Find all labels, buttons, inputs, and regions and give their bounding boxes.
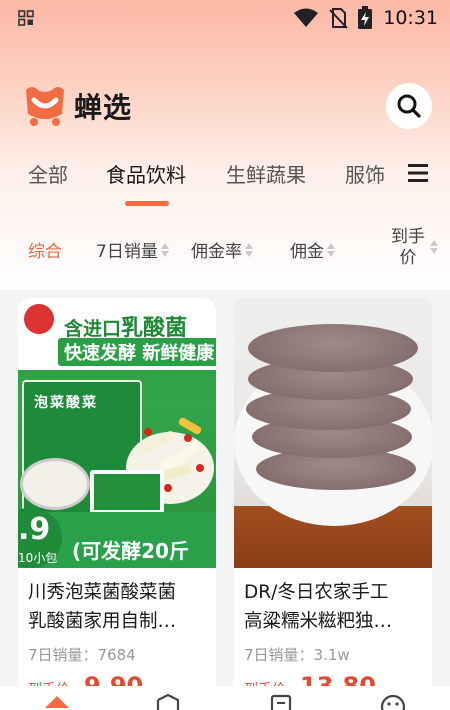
no-sim-icon — [329, 8, 348, 29]
image-banner-subtext: 快速发酵 新鲜健康 — [58, 338, 216, 366]
bowl-illustration — [20, 458, 90, 510]
category-tabs: 全部 食品饮料 生鲜蔬果 服饰 — [0, 155, 450, 215]
sort-arrows-icon — [160, 242, 170, 258]
ferment-capacity-text: (可发酵20斤 — [72, 539, 189, 563]
product-title: DR/冬日农家手工 高粱糯米糍粑独… — [244, 582, 393, 632]
app-header: 蝉选 — [0, 80, 450, 132]
sort-7day-sales[interactable]: 7日销量 — [96, 237, 170, 262]
smiley-icon[interactable] — [380, 694, 406, 710]
shield-icon[interactable] — [155, 694, 181, 710]
search-button[interactable] — [386, 83, 432, 129]
sort-label: 佣金率 — [191, 242, 242, 262]
wifi-icon — [294, 8, 319, 27]
battery-charging-icon — [358, 6, 373, 29]
product-card[interactable]: DR/冬日农家手工 高粱糯米糍粑独… 7日销量：3.1w 到手价13.80 — [234, 298, 432, 710]
app-name: 蝉选 — [74, 91, 133, 124]
status-bar: 10:31 — [0, 0, 450, 36]
small-package — [90, 470, 164, 514]
sort-arrows-icon — [327, 242, 336, 258]
bottom-nav — [0, 686, 450, 710]
product-sales: 7日销量：3.1w — [244, 646, 350, 664]
rice-cake — [248, 324, 418, 372]
tab-fresh-produce[interactable]: 生鲜蔬果 — [226, 159, 306, 188]
product-image: 含进口乳酸菌 快速发酵 新鲜健康 泡菜酸菜 .9 10小包 (可发酵20斤 — [18, 298, 216, 568]
grid-notification-icon — [18, 10, 34, 26]
pack-count: 10小包 — [18, 551, 58, 565]
status-time: 10:31 — [383, 7, 438, 29]
cart-smile-logo-icon — [26, 87, 64, 126]
active-tab-indicator — [125, 201, 169, 206]
price-badge-value: .9 — [18, 512, 51, 547]
sort-commission-rate[interactable]: 佣金率 — [191, 237, 254, 262]
tab-apparel[interactable]: 服饰 — [345, 159, 385, 188]
sort-arrows-icon — [430, 239, 439, 255]
product-image — [234, 298, 432, 568]
sort-label: 7日销量 — [96, 242, 158, 262]
product-title: 川秀泡菜菌酸菜菌 乳酸菌家用自制… — [28, 582, 177, 632]
sort-label: 综合 — [28, 242, 62, 262]
sort-bar: 综合 7日销量 佣金率 佣金 到手价 — [0, 225, 450, 275]
sort-final-price[interactable]: 到手价 — [388, 227, 438, 269]
product-sales: 7日销量：7684 — [28, 646, 136, 664]
brand-logo-icon — [24, 304, 54, 334]
tab-all[interactable]: 全部 — [28, 159, 68, 188]
search-icon — [397, 94, 421, 118]
tab-food-drinks[interactable]: 食品饮料 — [106, 159, 186, 188]
product-card[interactable]: 含进口乳酸菌 快速发酵 新鲜健康 泡菜酸菜 .9 10小包 (可发酵20斤 川秀… — [18, 298, 216, 710]
sort-commission[interactable]: 佣金 — [290, 237, 336, 262]
home-icon[interactable] — [44, 694, 70, 710]
package-title: 泡菜酸菜 — [34, 395, 98, 411]
sort-label: 佣金 — [290, 242, 324, 262]
document-icon[interactable] — [268, 694, 294, 710]
hamburger-menu-icon[interactable] — [408, 164, 428, 182]
sort-label: 到手价 — [391, 227, 425, 268]
sort-arrows-icon — [245, 242, 254, 258]
sort-comprehensive[interactable]: 综合 — [28, 237, 62, 262]
